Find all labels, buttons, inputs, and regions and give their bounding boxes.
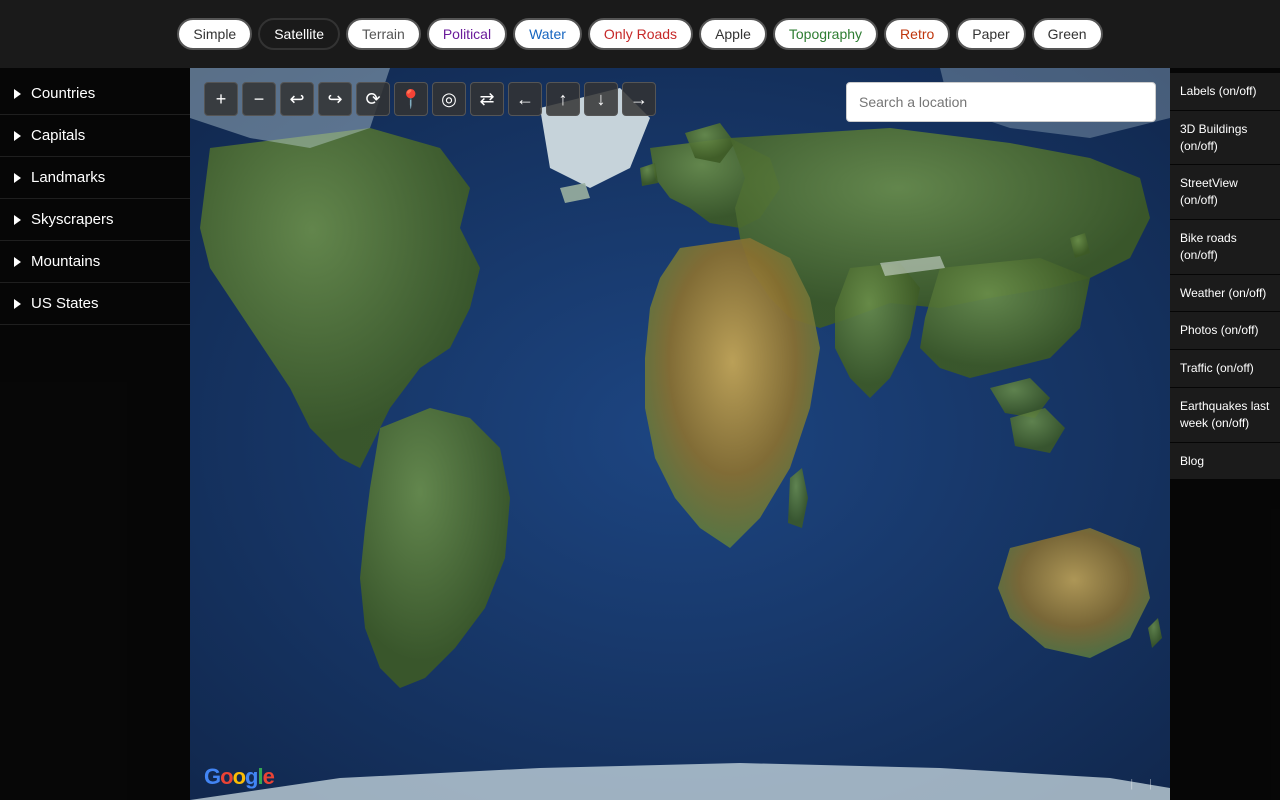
right-panel-labels[interactable]: Labels (on/off) xyxy=(1170,73,1280,110)
sidebar-item-label: Mountains xyxy=(31,253,100,270)
map-style-terrain-button[interactable]: Terrain xyxy=(346,18,421,50)
map-style-satellite-button[interactable]: Satellite xyxy=(258,18,340,50)
sidebar-item-label: Skyscrapers xyxy=(31,211,114,228)
map-style-only-roads-button[interactable]: Only Roads xyxy=(588,18,693,50)
chevron-right-icon xyxy=(14,299,21,309)
zoom-in-button[interactable]: + xyxy=(204,82,238,116)
search-input[interactable] xyxy=(846,82,1156,122)
chevron-right-icon xyxy=(14,131,21,141)
chevron-right-icon xyxy=(14,257,21,267)
sidebar-item-label: Capitals xyxy=(31,127,85,144)
pan-down-button[interactable]: ↓ xyxy=(584,82,618,116)
map-style-paper-button[interactable]: Paper xyxy=(956,18,1025,50)
sidebar-item-label: Landmarks xyxy=(31,169,105,186)
right-panel-bike-roads[interactable]: Bike roads (on/off) xyxy=(1170,220,1280,274)
locate-button[interactable]: ◎ xyxy=(432,82,466,116)
map-style-apple-button[interactable]: Apple xyxy=(699,18,767,50)
chevron-right-icon xyxy=(14,89,21,99)
map-area[interactable]: + − ↩ ↪ ⟳ 📍 ◎ ⇄ ← ↑ ↓ → Google | | xyxy=(190,68,1170,800)
sidebar-item-landmarks[interactable]: Landmarks xyxy=(0,157,190,199)
map-style-simple-button[interactable]: Simple xyxy=(177,18,252,50)
pin-button[interactable]: 📍 xyxy=(394,82,428,116)
map-style-retro-button[interactable]: Retro xyxy=(884,18,950,50)
shuffle-button[interactable]: ⇄ xyxy=(470,82,504,116)
right-panel-3d-buildings[interactable]: 3D Buildings (on/off) xyxy=(1170,111,1280,165)
pan-right-button[interactable]: → xyxy=(622,82,656,116)
sidebar-item-skyscrapers[interactable]: Skyscrapers xyxy=(0,199,190,241)
map-style-water-button[interactable]: Water xyxy=(513,18,582,50)
right-panel: Labels (on/off)3D Buildings (on/off)Stre… xyxy=(1170,68,1280,800)
refresh-button[interactable]: ⟳ xyxy=(356,82,390,116)
map-controls: + − ↩ ↪ ⟳ 📍 ◎ ⇄ ← ↑ ↓ → xyxy=(204,82,656,116)
redo-button[interactable]: ↪ xyxy=(318,82,352,116)
chevron-right-icon xyxy=(14,215,21,225)
right-panel-blog[interactable]: Blog xyxy=(1170,443,1280,480)
right-panel-photos[interactable]: Photos (on/off) xyxy=(1170,312,1280,349)
right-panel-weather[interactable]: Weather (on/off) xyxy=(1170,275,1280,312)
search-box xyxy=(846,82,1156,122)
map-style-political-button[interactable]: Political xyxy=(427,18,507,50)
undo-button[interactable]: ↩ xyxy=(280,82,314,116)
right-panel-traffic[interactable]: Traffic (on/off) xyxy=(1170,350,1280,387)
sidebar-item-label: US States xyxy=(31,295,99,312)
sidebar-item-us-states[interactable]: US States xyxy=(0,283,190,325)
sidebar-item-capitals[interactable]: Capitals xyxy=(0,115,190,157)
top-bar: SimpleSatelliteTerrainPoliticalWaterOnly… xyxy=(0,0,1280,68)
zoom-out-button[interactable]: − xyxy=(242,82,276,116)
sidebar-item-label: Countries xyxy=(31,85,95,102)
pan-up-button[interactable]: ↑ xyxy=(546,82,580,116)
pan-left-button[interactable]: ← xyxy=(508,82,542,116)
map-style-green-button[interactable]: Green xyxy=(1032,18,1103,50)
right-panel-earthquakes[interactable]: Earthquakes last week (on/off) xyxy=(1170,388,1280,442)
main-area: Countries Capitals Landmarks Skyscrapers Mou… xyxy=(0,68,1280,800)
sidebar-item-mountains[interactable]: Mountains xyxy=(0,241,190,283)
map-style-topography-button[interactable]: Topography xyxy=(773,18,878,50)
right-panel-streetview[interactable]: StreetView (on/off) xyxy=(1170,165,1280,219)
chevron-right-icon xyxy=(14,173,21,183)
google-logo: Google xyxy=(204,764,274,790)
sidebar: Countries Capitals Landmarks Skyscrapers Mou… xyxy=(0,68,190,800)
sidebar-item-countries[interactable]: Countries xyxy=(0,73,190,115)
footer-attribution: | | xyxy=(1122,778,1160,790)
